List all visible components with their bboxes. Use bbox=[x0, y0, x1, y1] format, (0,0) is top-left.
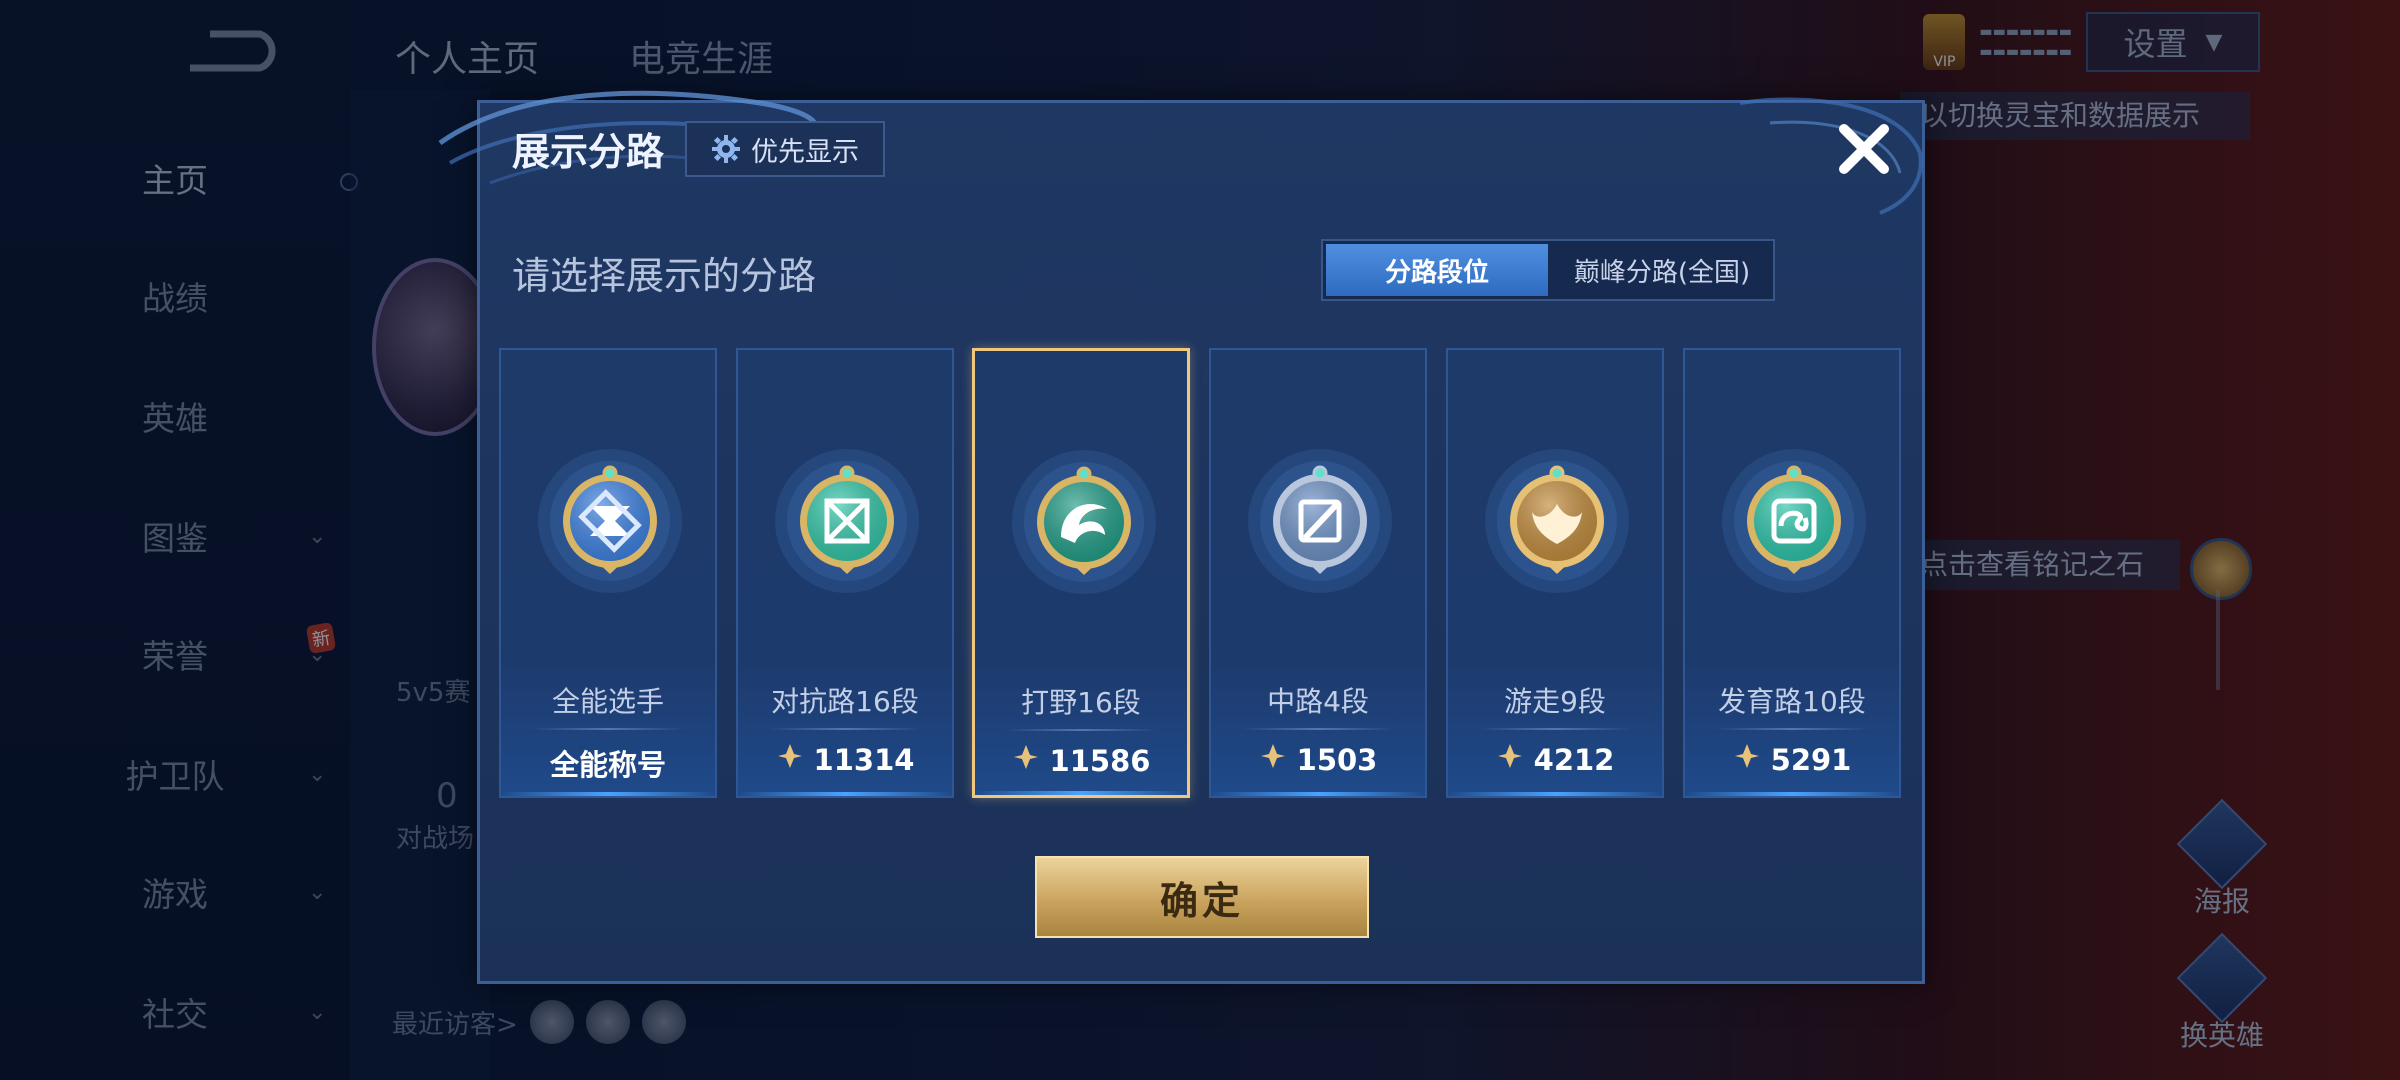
lane-emblem-icon bbox=[1009, 447, 1159, 597]
lane-display-dialog: 展示分路 优先显示 请选择展示的分路 分路段位 巅峰分路(全国) 全能选手全能称… bbox=[438, 90, 1925, 984]
points-icon bbox=[1259, 742, 1287, 777]
close-icon bbox=[1839, 124, 1889, 174]
priority-display-button[interactable]: 优先显示 bbox=[685, 121, 885, 177]
segment-lane-rank[interactable]: 分路段位 bbox=[1326, 244, 1548, 296]
lane-card[interactable]: 打野16段 11586 bbox=[972, 348, 1190, 798]
card-divider bbox=[768, 728, 922, 730]
lane-score: 11586 bbox=[975, 743, 1187, 778]
lane-card[interactable]: 对抗路16段 11314 bbox=[736, 348, 954, 798]
lane-name: 发育路10段 bbox=[1718, 685, 1866, 718]
lane-name: 中路4段 bbox=[1267, 685, 1369, 718]
lane-name: 游走9段 bbox=[1504, 685, 1606, 718]
lane-card[interactable]: 全能选手 全能称号 bbox=[499, 348, 717, 798]
dialog-title: 展示分路 bbox=[512, 130, 665, 174]
lane-emblem-icon bbox=[1245, 446, 1395, 596]
lane-score: 11314 bbox=[738, 742, 952, 777]
segment-peak-lane-national[interactable]: 巅峰分路(全国) bbox=[1551, 241, 1773, 299]
lane-name: 对抗路16段 bbox=[771, 685, 919, 718]
card-divider bbox=[1715, 728, 1869, 730]
priority-display-label: 优先显示 bbox=[751, 136, 859, 168]
lane-score: 1503 bbox=[1211, 742, 1425, 777]
card-divider bbox=[1005, 729, 1157, 731]
lane-score-value: 11586 bbox=[1049, 743, 1151, 778]
lane-score-value: 全能称号 bbox=[549, 748, 666, 782]
card-divider bbox=[1478, 728, 1632, 730]
card-divider bbox=[1241, 728, 1395, 730]
lane-card-list: 全能选手 全能称号 对抗路16段 11314 打野16段 11586 中路4段 1503 游走9… bbox=[499, 348, 1903, 798]
points-icon bbox=[1496, 742, 1524, 777]
points-icon bbox=[776, 742, 804, 777]
corner-swirl-decoration bbox=[1739, 97, 1923, 215]
points-icon bbox=[1733, 742, 1761, 777]
lane-card[interactable]: 发育路10段 5291 bbox=[1683, 348, 1901, 798]
lane-score: 4212 bbox=[1448, 742, 1662, 777]
lane-emblem-icon bbox=[772, 446, 922, 596]
lane-emblem-icon bbox=[1482, 446, 1632, 596]
lane-card[interactable]: 中路4段 1503 bbox=[1209, 348, 1427, 798]
lane-emblem-icon bbox=[535, 446, 685, 596]
card-divider bbox=[531, 728, 685, 730]
close-button[interactable] bbox=[1832, 117, 1896, 181]
lane-emblem-icon bbox=[1719, 446, 1869, 596]
lane-score-value: 1503 bbox=[1296, 742, 1378, 777]
lane-score: 全能称号 bbox=[501, 742, 715, 784]
lane-score-value: 4212 bbox=[1533, 742, 1615, 777]
display-mode-toggle: 分路段位 巅峰分路(全国) bbox=[1321, 239, 1775, 301]
confirm-button[interactable]: 确定 bbox=[1035, 856, 1369, 938]
lane-name: 打野16段 bbox=[1021, 686, 1141, 719]
lane-score: 5291 bbox=[1685, 742, 1899, 777]
lane-score-value: 11314 bbox=[813, 742, 915, 777]
lane-name: 全能选手 bbox=[551, 685, 664, 718]
dialog-subtitle: 请选择展示的分路 bbox=[512, 254, 817, 298]
gear-icon bbox=[712, 135, 740, 163]
lane-card[interactable]: 游走9段 4212 bbox=[1446, 348, 1664, 798]
lane-score-value: 5291 bbox=[1770, 742, 1852, 777]
points-icon bbox=[1012, 743, 1040, 778]
